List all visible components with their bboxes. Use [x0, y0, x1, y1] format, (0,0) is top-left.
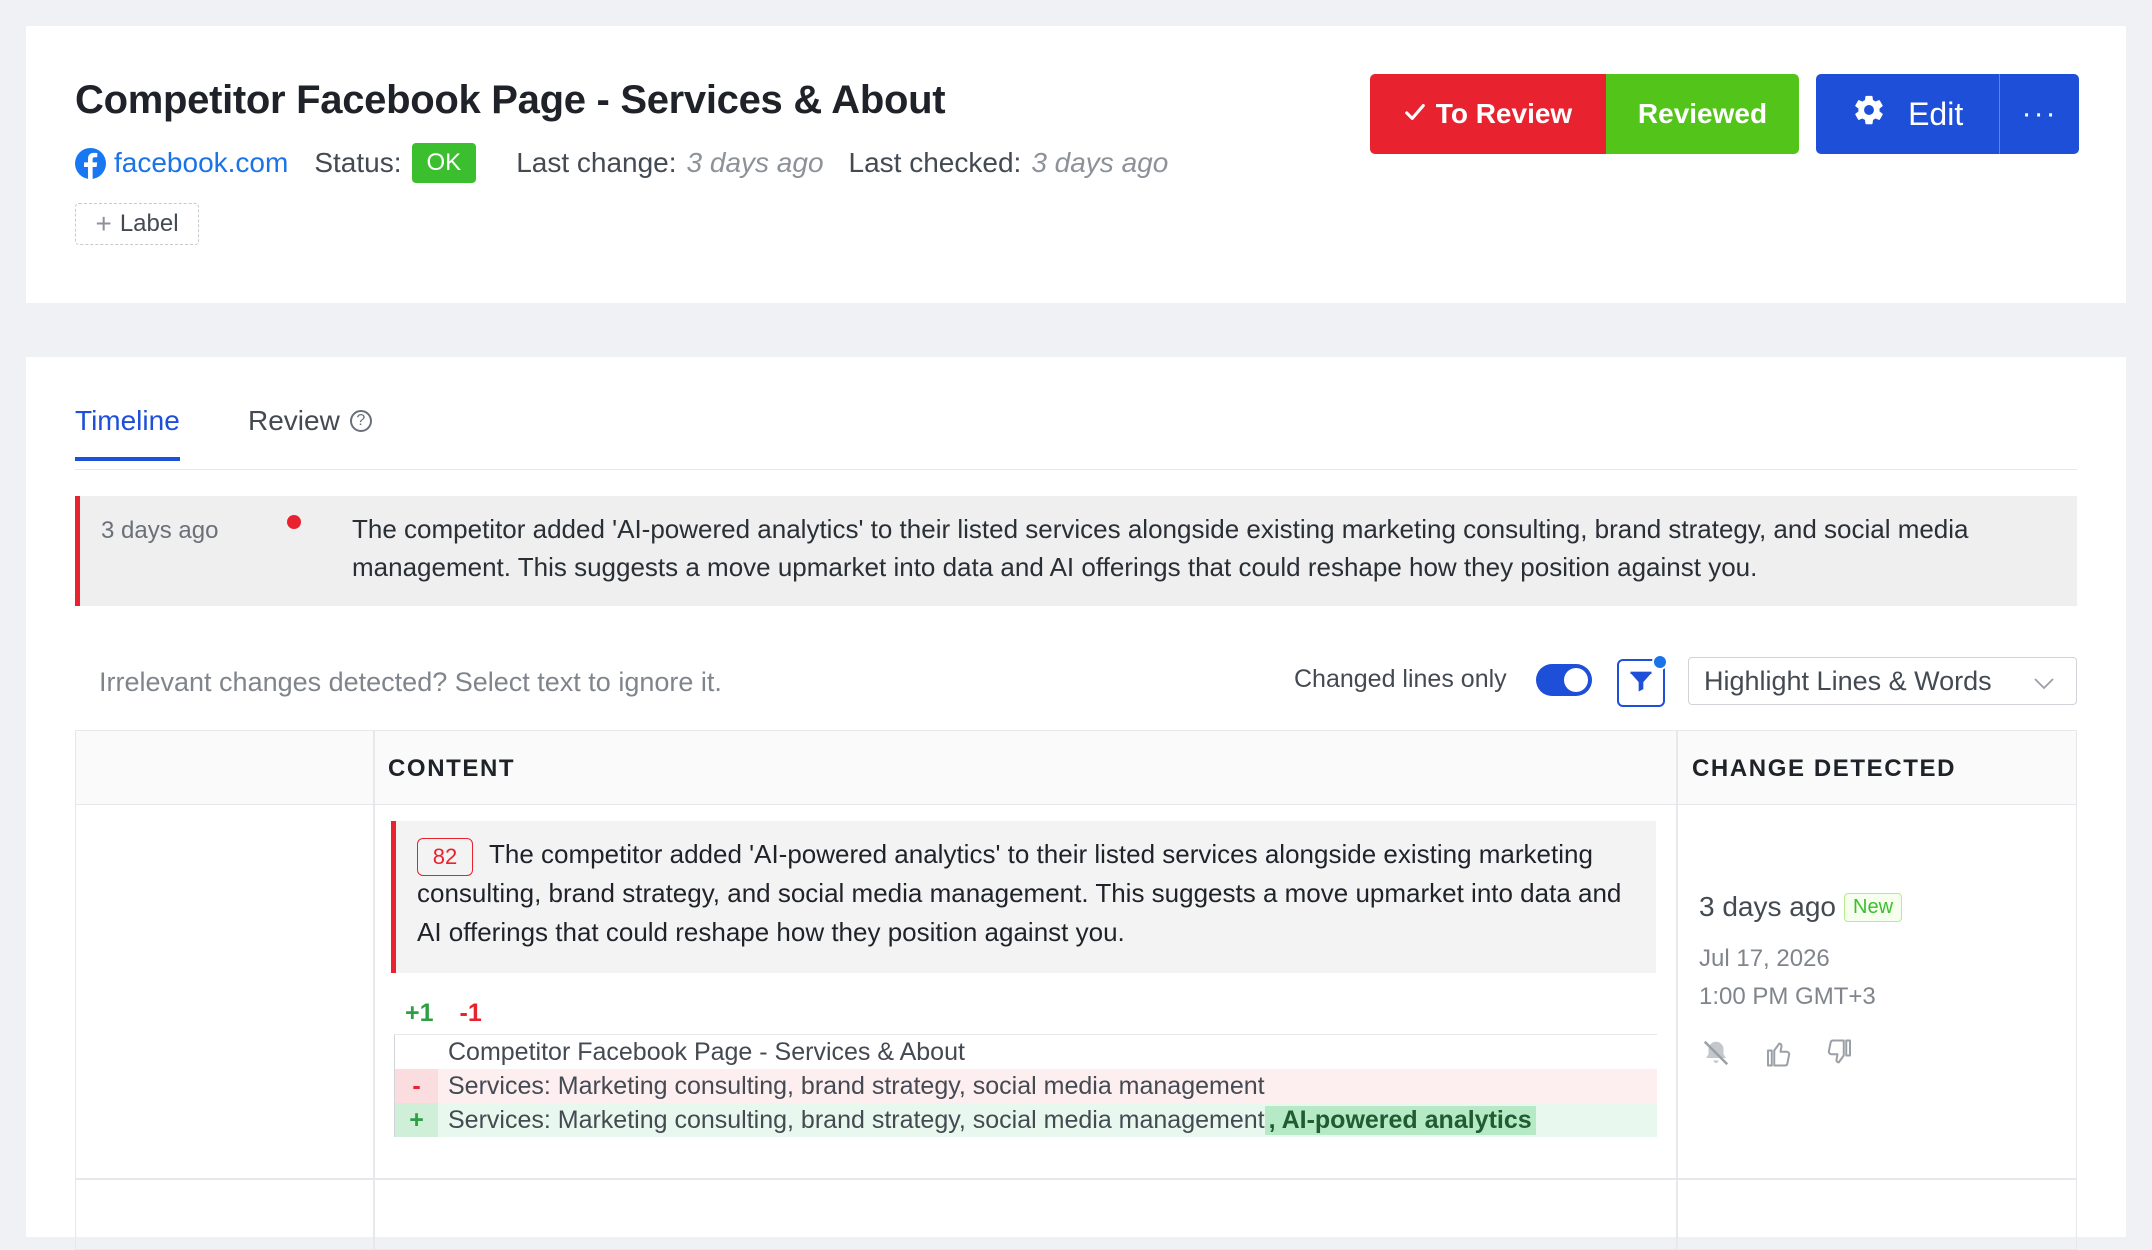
column-divider: [1676, 731, 1678, 1249]
removed-count: -1: [459, 999, 482, 1027]
page-header-card: Competitor Facebook Page - Services & Ab…: [26, 26, 2126, 303]
tab-bar: Timeline Review ?: [75, 377, 2077, 470]
added-count: +1: [405, 999, 434, 1027]
diff-line-context: Competitor Facebook Page - Services & Ab…: [394, 1035, 1657, 1069]
edit-label: Edit: [1908, 95, 1964, 132]
filter-active-dot: [1652, 654, 1668, 670]
mute-notification-icon[interactable]: [1699, 1036, 1733, 1070]
ai-insight-box: 82 The competitor added 'AI-powered anal…: [391, 821, 1656, 973]
tab-review[interactable]: Review ?: [248, 405, 372, 437]
last-checked-value: 3 days ago: [1031, 147, 1169, 178]
edit-button[interactable]: Edit: [1816, 74, 1999, 154]
site-link[interactable]: facebook.com: [114, 147, 288, 179]
ai-insight-text: The competitor added 'AI-powered analyti…: [417, 839, 1622, 947]
highlight-mode-select[interactable]: Highlight Lines & Words: [1688, 657, 2077, 705]
thumbs-up-icon[interactable]: [1761, 1036, 1795, 1070]
diff-added-words[interactable]: , AI-powered analytics: [1264, 1105, 1536, 1135]
add-label-text: Label: [119, 210, 179, 237]
page-meta-row: facebook.com Status: OK Last change: 3 d…: [75, 141, 1193, 185]
row-divider: [76, 1178, 2076, 1180]
column-header-content: CONTENT: [388, 755, 516, 782]
change-time: 3 days ago New: [1699, 891, 1903, 923]
last-change-value: 3 days ago: [686, 147, 824, 178]
summary-text: The competitor added 'AI-powered analyti…: [352, 514, 1969, 582]
new-badge: New: [1844, 892, 1903, 922]
table-header: CONTENT CHANGE DETECTED: [76, 731, 2076, 805]
add-label-button[interactable]: + Label: [75, 203, 199, 245]
changed-lines-label: Changed lines only: [1294, 665, 1507, 693]
column-divider: [373, 731, 375, 1249]
diff-line-text[interactable]: Services: Marketing consulting, brand st…: [438, 1106, 1265, 1135]
last-change-label: Last change:: [516, 147, 677, 178]
status-label: Status:: [314, 147, 402, 178]
thumbs-down-icon[interactable]: [1823, 1036, 1857, 1070]
highlight-mode-value: Highlight Lines & Words: [1704, 665, 1992, 696]
to-review-label: To Review: [1435, 98, 1573, 129]
chevron-down-icon: [2034, 666, 2054, 697]
diff-view: Competitor Facebook Page - Services & Ab…: [394, 1034, 1657, 1137]
summary-time: 3 days ago: [101, 517, 219, 544]
diff-line-text[interactable]: Competitor Facebook Page - Services & Ab…: [438, 1038, 965, 1067]
changes-table: CONTENT CHANGE DETECTED 82 The competito…: [75, 730, 2077, 1250]
gear-icon: [1852, 93, 1886, 135]
facebook-icon: [75, 147, 106, 179]
unread-dot-icon: [287, 515, 301, 529]
filter-icon: [1627, 667, 1655, 700]
last-checked-label: Last checked:: [848, 147, 1022, 178]
plus-icon: +: [95, 208, 112, 239]
checkmark-icon: [1404, 98, 1426, 130]
change-time-text: 3 days ago: [1699, 891, 1836, 922]
diff-added-marker: +: [394, 1103, 438, 1137]
change-clock: 1:00 PM GMT+3: [1699, 983, 1876, 1010]
review-status-group: To Review Reviewed: [1370, 74, 1799, 154]
more-options-button[interactable]: ···: [1999, 74, 2079, 154]
diff-line-added: + Services: Marketing consulting, brand …: [394, 1103, 1657, 1137]
reviewed-button[interactable]: Reviewed: [1606, 74, 1799, 154]
row-actions: [1699, 1036, 1857, 1070]
column-header-change-detected: CHANGE DETECTED: [1692, 755, 1957, 782]
tab-timeline[interactable]: Timeline: [75, 405, 180, 461]
diff-gutter: [394, 1035, 438, 1069]
diff-line-text[interactable]: Services: Marketing consulting, brand st…: [438, 1072, 1265, 1101]
diff-removed-marker: -: [394, 1069, 438, 1103]
filter-button[interactable]: [1617, 654, 1668, 707]
timeline-card: Timeline Review ? 3 days ago The competi…: [26, 357, 2126, 1250]
changed-lines-toggle[interactable]: [1536, 664, 1592, 696]
change-summary-banner: 3 days ago The competitor added 'AI-powe…: [75, 496, 2077, 606]
ignore-hint: Irrelevant changes detected? Select text…: [99, 667, 722, 697]
status-badge: OK: [411, 143, 477, 183]
page-title: Competitor Facebook Page - Services & Ab…: [75, 78, 946, 122]
edit-button-group: Edit ···: [1816, 74, 2079, 154]
to-review-button[interactable]: To Review: [1370, 74, 1606, 154]
change-date: Jul 17, 2026: [1699, 945, 1830, 972]
diff-counts: +1 -1: [405, 999, 482, 1028]
tab-review-label: Review: [248, 405, 340, 436]
diff-line-removed: - Services: Marketing consulting, brand …: [394, 1069, 1657, 1103]
help-icon[interactable]: ?: [349, 410, 372, 432]
